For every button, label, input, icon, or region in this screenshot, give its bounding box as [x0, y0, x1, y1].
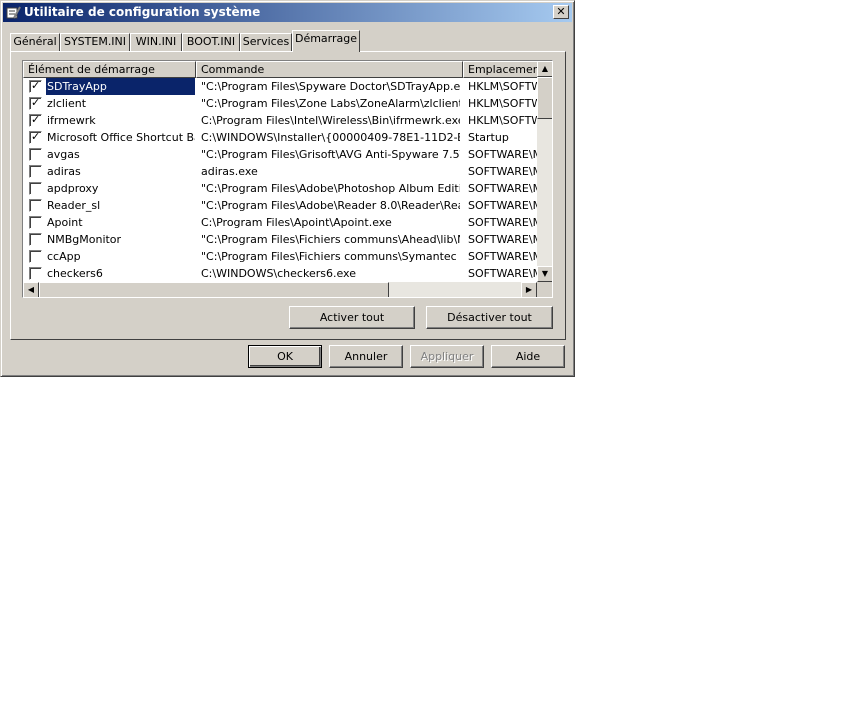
tab-win-ini[interactable]: WIN.INI	[130, 33, 182, 51]
startup-item-checkbox[interactable]	[29, 148, 42, 161]
startup-item-checkbox[interactable]	[29, 199, 42, 212]
startup-item-name: adiras	[47, 165, 81, 178]
startup-item-row[interactable]: zlclient "C:\Program Files\Zone Labs\Zone…	[23, 95, 537, 112]
msconfig-app-icon	[6, 6, 21, 19]
startup-item-row[interactable]: avgas "C:\Program Files\Grisoft\AVG Anti-…	[23, 146, 537, 163]
vertical-scroll-thumb[interactable]	[537, 77, 552, 119]
help-button[interactable]: Aide	[491, 345, 565, 368]
startup-item-checkbox[interactable]	[29, 267, 42, 280]
startup-item-location: SOFTWARE\M	[468, 267, 537, 280]
enable-all-button[interactable]: Activer tout	[289, 306, 415, 329]
startup-item-name: Reader_sl	[47, 199, 101, 212]
startup-item-name: Microsoft Office Shortcut Bar	[47, 131, 195, 144]
startup-item-name: checkers6	[47, 267, 103, 280]
startup-item-name: Apoint	[47, 216, 83, 229]
tab-general[interactable]: Général	[10, 33, 60, 51]
startup-item-location: HKLM\SOFTWA	[468, 114, 537, 127]
scroll-down-arrow-icon[interactable]: ▼	[537, 266, 552, 282]
startup-item-location: HKLM\SOFTWA	[468, 80, 537, 93]
startup-item-checkbox[interactable]	[29, 165, 42, 178]
startup-item-name: avgas	[47, 148, 80, 161]
startup-item-row[interactable]: Microsoft Office Shortcut Bar C:\WINDOWS\…	[23, 129, 537, 146]
scroll-up-arrow-icon[interactable]: ▲	[537, 61, 552, 77]
startup-item-location: SOFTWARE\M	[468, 216, 537, 229]
startup-item-row[interactable]: adiras adiras.exe SOFTWARE\M	[23, 163, 537, 180]
tab-boot-ini[interactable]: BOOT.INI	[182, 33, 240, 51]
startup-item-row[interactable]: ccApp "C:\Program Files\Fichiers communs\…	[23, 248, 537, 265]
startup-item-row[interactable]: ifrmewrk C:\Program Files\Intel\Wireless\…	[23, 112, 537, 129]
startup-item-name: zlclient	[47, 97, 87, 110]
apply-button[interactable]: Appliquer	[410, 345, 484, 368]
startup-item-location: Startup	[468, 131, 509, 144]
tab-startup[interactable]: Démarrage	[292, 30, 360, 52]
window-title: Utilitaire de configuration système	[24, 5, 261, 19]
startup-item-checkbox[interactable]	[29, 182, 42, 195]
startup-item-location: SOFTWARE\M	[468, 148, 537, 161]
cancel-button[interactable]: Annuler	[329, 345, 403, 368]
startup-item-checkbox[interactable]	[29, 79, 42, 93]
startup-item-command: C:\Program Files\Apoint\Apoint.exe	[201, 216, 392, 229]
startup-item-row[interactable]: Apoint C:\Program Files\Apoint\Apoint.exe…	[23, 214, 537, 231]
startup-item-row[interactable]: SDTrayApp "C:\Program Files\Spyware Docto…	[23, 78, 537, 95]
apply-button-label: Appliquer	[420, 350, 474, 363]
tab-services[interactable]: Services	[240, 33, 292, 51]
startup-item-checkbox[interactable]	[29, 216, 42, 229]
startup-items-list[interactable]: Élément de démarrage Commande Emplacemen…	[22, 60, 553, 298]
vertical-scrollbar[interactable]: ▲ ▼	[537, 61, 552, 282]
startup-item-checkbox[interactable]	[29, 113, 42, 127]
startup-item-command: C:\Program Files\Intel\Wireless\Bin\ifrm…	[201, 114, 460, 127]
startup-item-location: SOFTWARE\M	[468, 233, 537, 246]
startup-item-location: SOFTWARE\M	[468, 182, 537, 195]
startup-item-name: ifrmewrk	[47, 114, 96, 127]
close-button[interactable]: ✕	[553, 5, 569, 19]
tab-system-ini[interactable]: SYSTEM.INI	[60, 33, 130, 51]
startup-item-name: NMBgMonitor	[47, 233, 122, 246]
startup-item-row[interactable]: NMBgMonitor "C:\Program Files\Fichiers co…	[23, 231, 537, 248]
startup-item-row[interactable]: Reader_sl "C:\Program Files\Adobe\Reader …	[23, 197, 537, 214]
scrollbar-corner	[537, 282, 552, 297]
title-bar[interactable]: Utilitaire de configuration système ✕	[3, 3, 572, 22]
startup-item-command: "C:\Program Files\Adobe\Reader 8.0\Reade…	[201, 199, 460, 212]
startup-item-command: "C:\Program Files\Grisoft\AVG Anti-Spywa…	[201, 148, 460, 161]
scroll-right-arrow-icon[interactable]: ▶	[521, 282, 537, 297]
startup-item-checkbox[interactable]	[29, 233, 42, 246]
ok-button[interactable]: OK	[248, 345, 322, 368]
startup-item-checkbox[interactable]	[29, 96, 42, 110]
horizontal-scroll-thumb[interactable]	[39, 282, 389, 297]
column-header-startup-item[interactable]: Élément de démarrage	[23, 61, 196, 78]
startup-item-location: SOFTWARE\M	[468, 165, 537, 178]
startup-item-command: C:\WINDOWS\Installer\{00000409-78E1-11D2…	[201, 131, 460, 144]
scroll-left-arrow-icon[interactable]: ◀	[23, 282, 39, 297]
startup-item-location: SOFTWARE\M	[468, 250, 537, 263]
horizontal-scrollbar[interactable]: ◀ ▶	[23, 282, 537, 297]
startup-item-location: HKLM\SOFTWA	[468, 97, 537, 110]
startup-item-command: "C:\Program Files\Fichiers communs\Syman…	[201, 250, 460, 263]
startup-item-command: adiras.exe	[201, 165, 258, 178]
startup-item-name: apdproxy	[47, 182, 99, 195]
startup-item-checkbox[interactable]	[29, 130, 42, 144]
startup-item-row[interactable]: apdproxy "C:\Program Files\Adobe\Photosho…	[23, 180, 537, 197]
startup-item-command: "C:\Program Files\Adobe\Photoshop Album …	[201, 182, 460, 195]
startup-item-location: SOFTWARE\M	[468, 199, 537, 212]
startup-item-name: ccApp	[47, 250, 81, 263]
startup-item-checkbox[interactable]	[29, 250, 42, 263]
column-header-command[interactable]: Commande	[196, 61, 463, 78]
startup-item-command: C:\WINDOWS\checkers6.exe	[201, 267, 356, 280]
startup-item-row[interactable]: checkers6 C:\WINDOWS\checkers6.exe SOFTWAR…	[23, 265, 537, 282]
disable-all-button[interactable]: Désactiver tout	[426, 306, 553, 329]
startup-item-command: "C:\Program Files\Zone Labs\ZoneAlarm\zl…	[201, 97, 460, 110]
startup-item-command: "C:\Program Files\Fichiers communs\Ahead…	[201, 233, 460, 246]
startup-item-name: SDTrayApp	[46, 78, 195, 95]
startup-item-command: "C:\Program Files\Spyware Doctor\SDTrayA…	[201, 80, 460, 93]
